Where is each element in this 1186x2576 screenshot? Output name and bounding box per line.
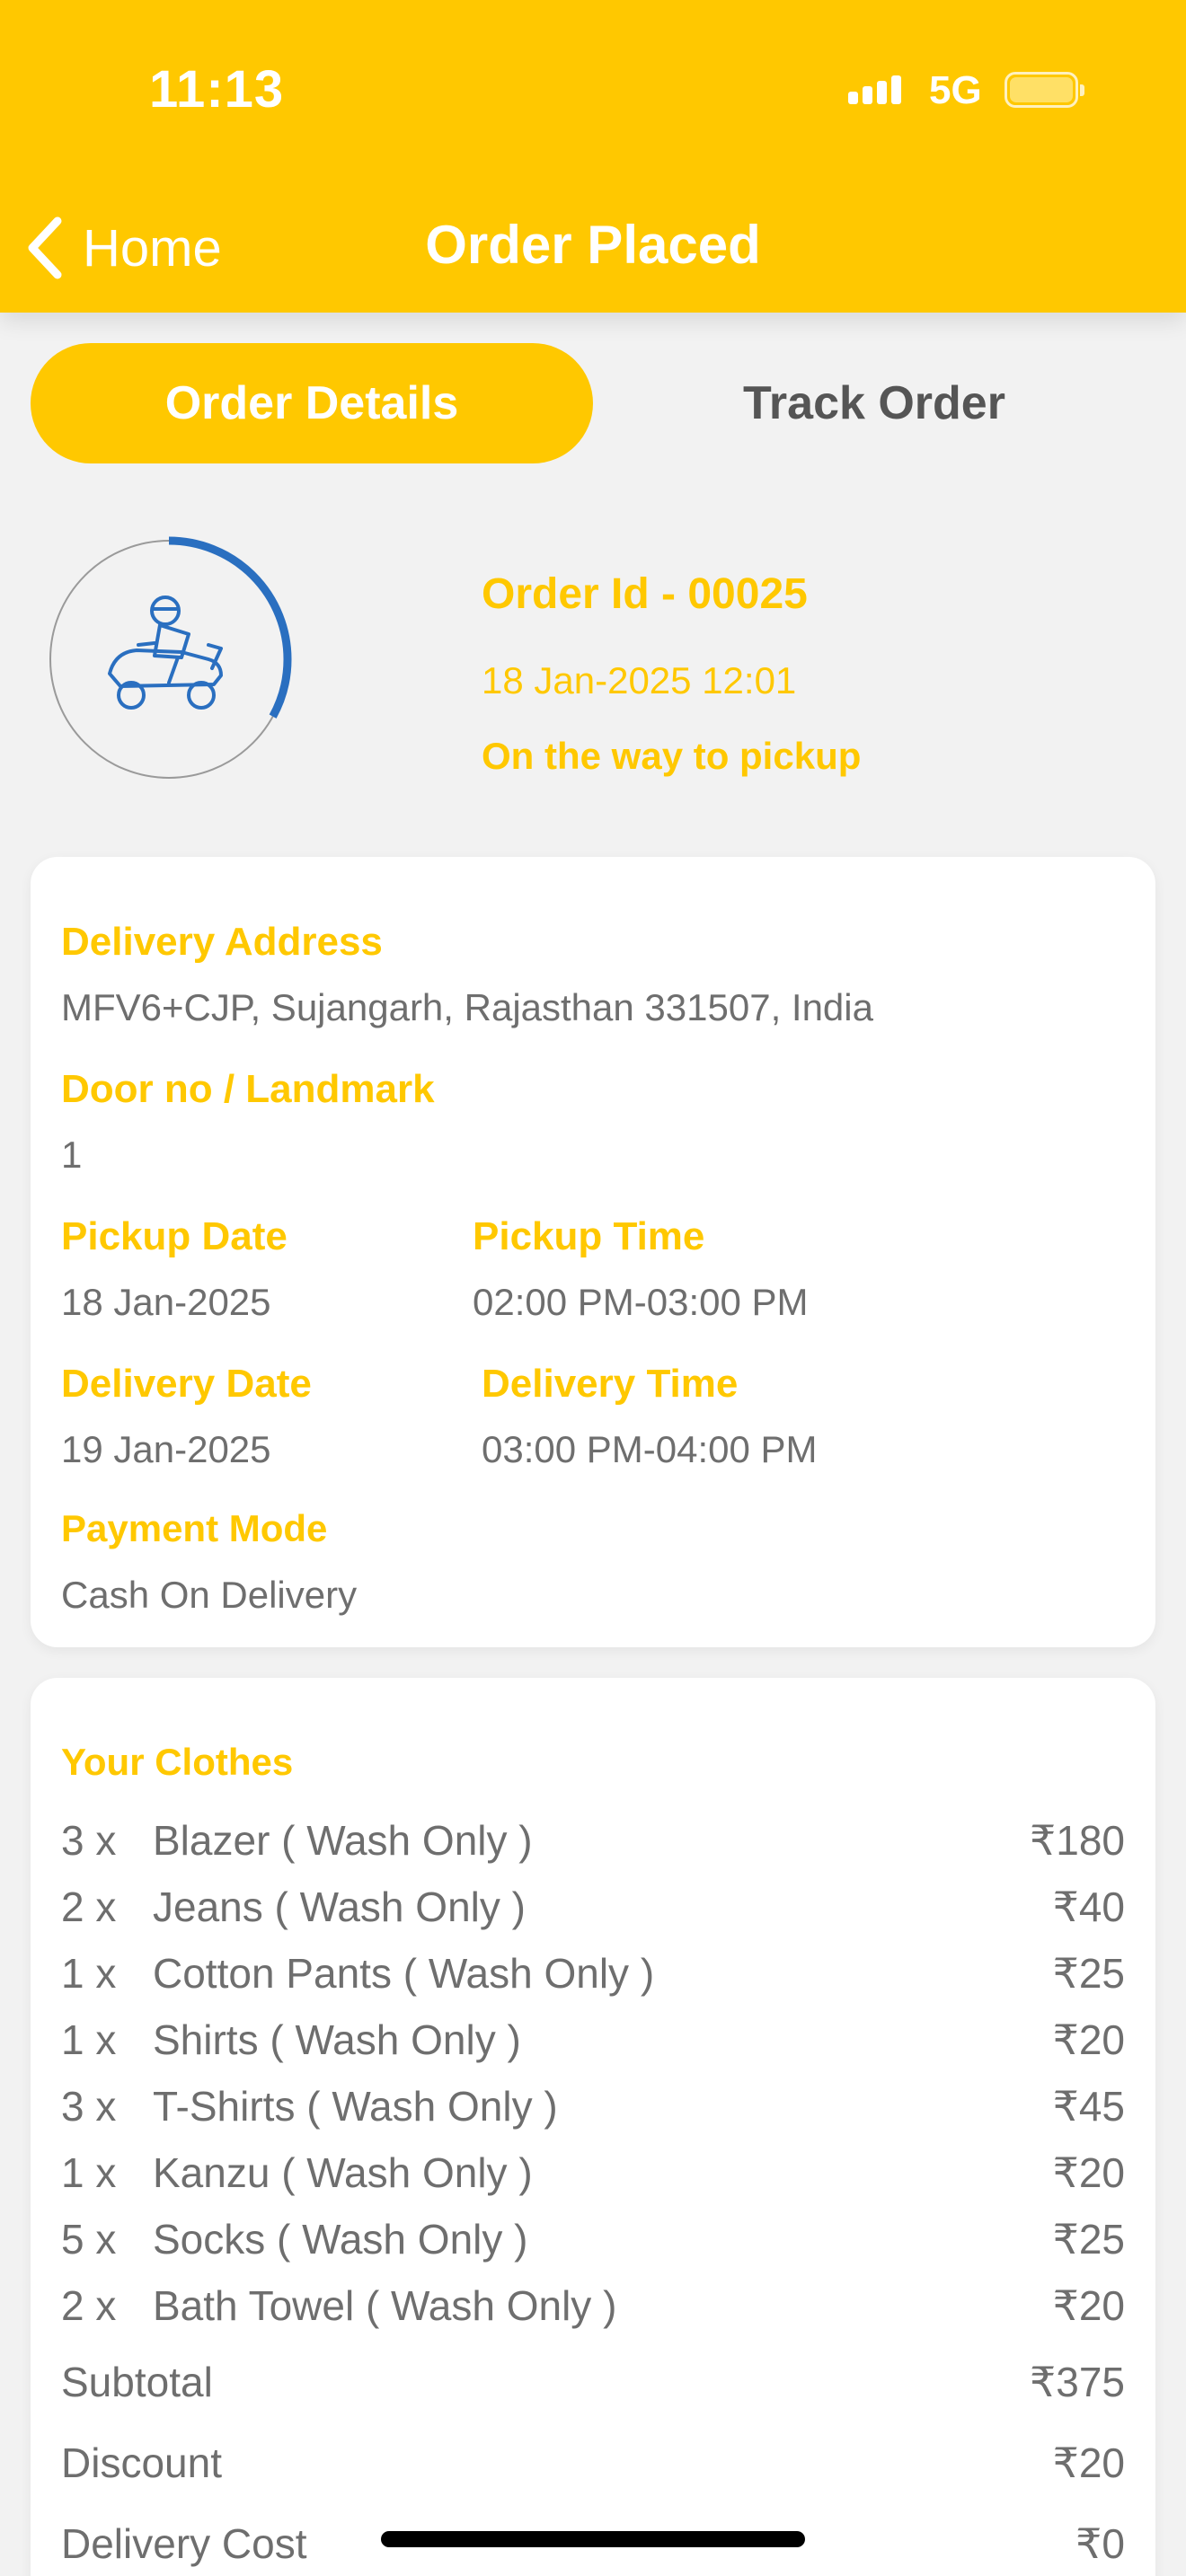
item-name: Jeans ( Wash Only ) bbox=[153, 1883, 526, 1930]
delivery-date-value: 19 Jan-2025 bbox=[61, 1428, 271, 1470]
delivery-time-value: 03:00 PM-04:00 PM bbox=[482, 1428, 818, 1470]
item-name: T-Shirts ( Wash Only ) bbox=[153, 2083, 558, 2130]
item-name: Shirts ( Wash Only ) bbox=[153, 2016, 521, 2063]
clothes-item-row: 2 x Jeans ( Wash Only ) ₹40 bbox=[61, 1874, 1125, 1940]
tab-order-details[interactable]: Order Details bbox=[31, 343, 593, 463]
delivery-cost-value: ₹0 bbox=[1075, 2520, 1125, 2567]
payment-mode-value: Cash On Delivery bbox=[61, 1574, 358, 1616]
delivery-date-label: Delivery Date bbox=[61, 1362, 312, 1406]
order-status: On the way to pickup bbox=[482, 735, 862, 777]
tab-track-order[interactable]: Track Order bbox=[593, 343, 1155, 463]
order-id: Order Id - 00025 bbox=[482, 570, 808, 618]
order-details-card: Delivery Address MFV6+CJP, Sujangarh, Ra… bbox=[31, 857, 1155, 1647]
item-qty: 1 x bbox=[61, 1950, 117, 1997]
pickup-time-label: Pickup Time bbox=[473, 1214, 705, 1258]
item-price: ₹45 bbox=[1052, 2083, 1125, 2130]
clothes-item-row: 3 x Blazer ( Wash Only ) ₹180 bbox=[61, 1807, 1125, 1874]
order-placed-screen: 11:13 5G Home Order Placed Order Details… bbox=[0, 0, 1186, 2576]
subtotal-label: Subtotal bbox=[61, 2359, 213, 2405]
scooter-rider-icon bbox=[108, 595, 223, 710]
header-bar: 11:13 5G Home Order Placed bbox=[0, 0, 1186, 313]
home-indicator[interactable] bbox=[381, 2531, 805, 2547]
item-name: Socks ( Wash Only ) bbox=[153, 2216, 528, 2263]
item-name: Kanzu ( Wash Only ) bbox=[153, 2149, 533, 2196]
clothes-item-row: 1 x Cotton Pants ( Wash Only ) ₹25 bbox=[61, 1940, 1125, 2007]
item-qty: 2 x bbox=[61, 1883, 117, 1930]
delivery-time-label: Delivery Time bbox=[482, 1362, 739, 1406]
subtotal-value: ₹375 bbox=[1029, 2359, 1125, 2405]
status-time: 11:13 bbox=[149, 60, 285, 119]
item-qty: 1 x bbox=[61, 2149, 117, 2196]
clothes-item-row: 2 x Bath Towel ( Wash Only ) ₹20 bbox=[61, 2272, 1125, 2339]
delivery-address-value: MFV6+CJP, Sujangarh, Rajasthan 331507, I… bbox=[61, 986, 873, 1028]
order-date: 18 Jan-2025 12:01 bbox=[482, 659, 797, 701]
item-name: Cotton Pants ( Wash Only ) bbox=[153, 1950, 655, 1997]
pickup-date-label: Pickup Date bbox=[61, 1214, 288, 1258]
clothes-item-row: 1 x Shirts ( Wash Only ) ₹20 bbox=[61, 2007, 1125, 2073]
network-label: 5G bbox=[929, 68, 982, 112]
page-title: Order Placed bbox=[425, 215, 761, 275]
item-name: Bath Towel ( Wash Only ) bbox=[153, 2282, 617, 2329]
door-landmark-value: 1 bbox=[61, 1134, 83, 1176]
payment-mode-label: Payment Mode bbox=[61, 1507, 328, 1549]
item-price: ₹20 bbox=[1052, 2149, 1125, 2196]
discount-label: Discount bbox=[61, 2439, 222, 2486]
delivery-cost-label: Delivery Cost bbox=[61, 2520, 307, 2567]
item-price: ₹20 bbox=[1052, 2282, 1125, 2329]
door-landmark-label: Door no / Landmark bbox=[61, 1067, 435, 1111]
item-price: ₹20 bbox=[1052, 2016, 1125, 2063]
clothes-card: Your Clothes 3 x Blazer ( Wash Only ) ₹1… bbox=[31, 1678, 1155, 2576]
clothes-item-row: 5 x Socks ( Wash Only ) ₹25 bbox=[61, 2206, 1125, 2272]
item-price: ₹25 bbox=[1052, 1950, 1125, 1997]
clothes-item-row: 3 x T-Shirts ( Wash Only ) ₹45 bbox=[61, 2073, 1125, 2139]
progress-arc bbox=[46, 536, 292, 782]
discount-row: Discount ₹20 bbox=[61, 2427, 1125, 2499]
item-name: Blazer ( Wash Only ) bbox=[153, 1817, 533, 1864]
item-price: ₹180 bbox=[1029, 1817, 1125, 1864]
item-qty: 3 x bbox=[61, 2083, 117, 2130]
item-qty: 3 x bbox=[61, 1817, 117, 1864]
item-qty: 1 x bbox=[61, 2016, 117, 2063]
pickup-time-value: 02:00 PM-03:00 PM bbox=[473, 1281, 809, 1323]
item-qty: 5 x bbox=[61, 2216, 117, 2263]
delivery-address-label: Delivery Address bbox=[61, 920, 383, 964]
clothes-title: Your Clothes bbox=[61, 1741, 294, 1783]
clothes-item-row: 1 x Kanzu ( Wash Only ) ₹20 bbox=[61, 2139, 1125, 2206]
item-price: ₹40 bbox=[1052, 1883, 1125, 1930]
signal-bars-icon bbox=[848, 66, 911, 111]
battery-icon bbox=[1005, 72, 1084, 108]
subtotal-row: Subtotal ₹375 bbox=[61, 2346, 1125, 2418]
item-price: ₹25 bbox=[1052, 2216, 1125, 2263]
discount-value: ₹20 bbox=[1052, 2439, 1125, 2486]
order-progress-ring bbox=[46, 536, 292, 782]
pickup-date-value: 18 Jan-2025 bbox=[61, 1281, 271, 1323]
item-qty: 2 x bbox=[61, 2282, 117, 2329]
